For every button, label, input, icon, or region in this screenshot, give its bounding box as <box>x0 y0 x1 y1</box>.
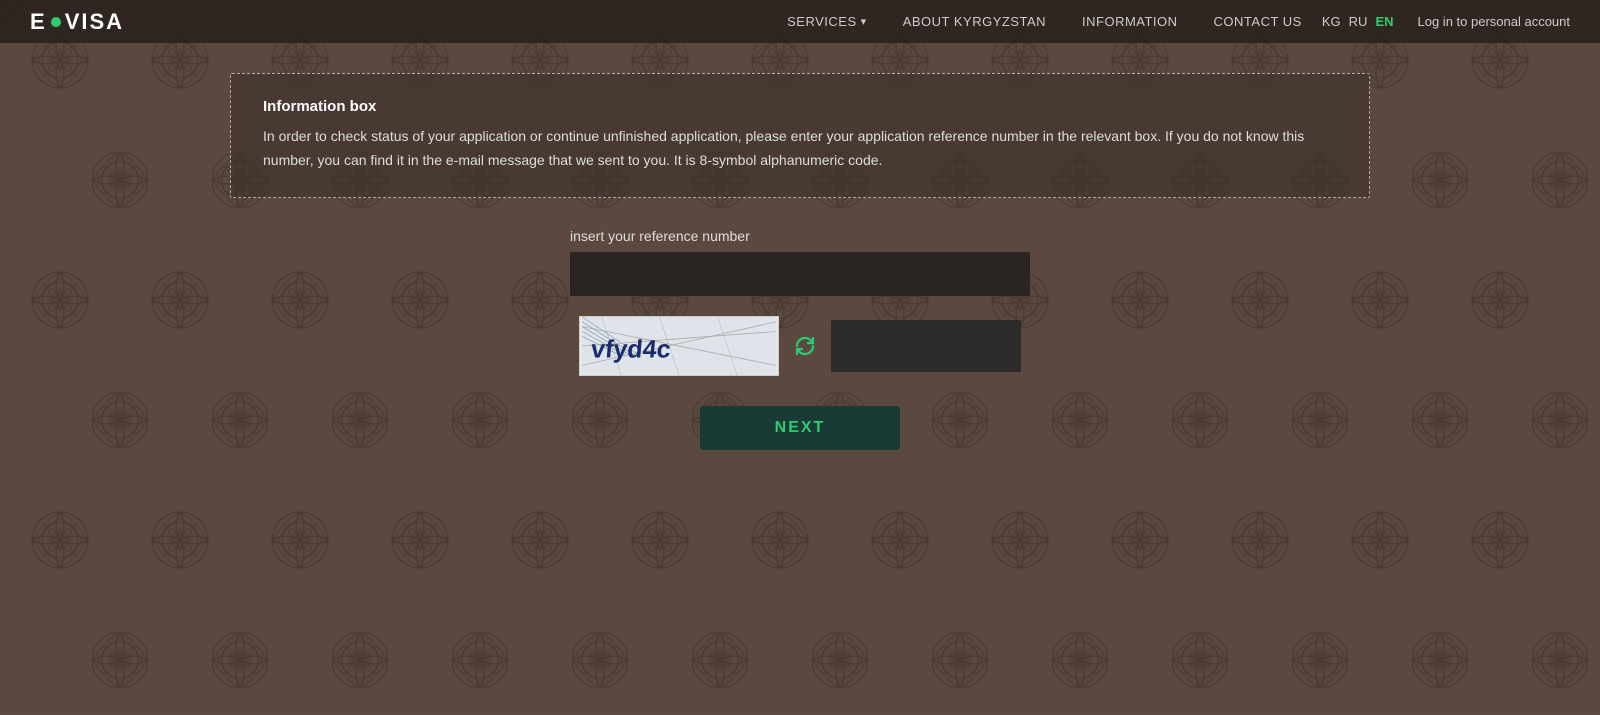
reference-input[interactable] <box>570 252 1030 296</box>
login-link[interactable]: Log in to personal account <box>1418 14 1571 29</box>
ref-input-wrapper: insert your reference number <box>570 228 1030 316</box>
captcha-image: vfyd4c <box>579 316 779 376</box>
header: E VISA SERVICES ABOUT KYRGYZSTAN INFORMA… <box>0 0 1600 43</box>
main-content: Information box In order to check status… <box>0 43 1600 450</box>
captcha-row: vfyd4c <box>579 316 1021 376</box>
main-nav: SERVICES ABOUT KYRGYZSTAN INFORMATION CO… <box>787 14 1302 29</box>
language-switcher: KG RU EN <box>1322 14 1394 29</box>
next-button[interactable]: NEXT <box>700 406 900 450</box>
lang-kg[interactable]: KG <box>1322 14 1341 29</box>
logo-text-left: E <box>30 9 47 35</box>
info-box: Information box In order to check status… <box>230 73 1370 198</box>
nav-information[interactable]: INFORMATION <box>1082 14 1178 29</box>
info-box-title: Information box <box>263 98 1337 115</box>
nav-services[interactable]: SERVICES <box>787 14 867 29</box>
nav-contact[interactable]: CONTACT US <box>1214 14 1302 29</box>
captcha-refresh-button[interactable] <box>791 332 819 360</box>
logo: E VISA <box>30 9 124 35</box>
lang-en[interactable]: EN <box>1375 14 1393 29</box>
info-box-text: In order to check status of your applica… <box>263 125 1337 173</box>
ref-input-label: insert your reference number <box>570 228 1030 244</box>
lang-ru[interactable]: RU <box>1349 14 1368 29</box>
logo-text-right: VISA <box>65 9 124 35</box>
logo-dot <box>51 17 61 27</box>
nav-about[interactable]: ABOUT KYRGYZSTAN <box>903 14 1046 29</box>
svg-text:vfyd4c: vfyd4c <box>590 335 672 363</box>
reference-form: insert your reference number <box>0 228 1600 450</box>
captcha-input[interactable] <box>831 320 1021 372</box>
